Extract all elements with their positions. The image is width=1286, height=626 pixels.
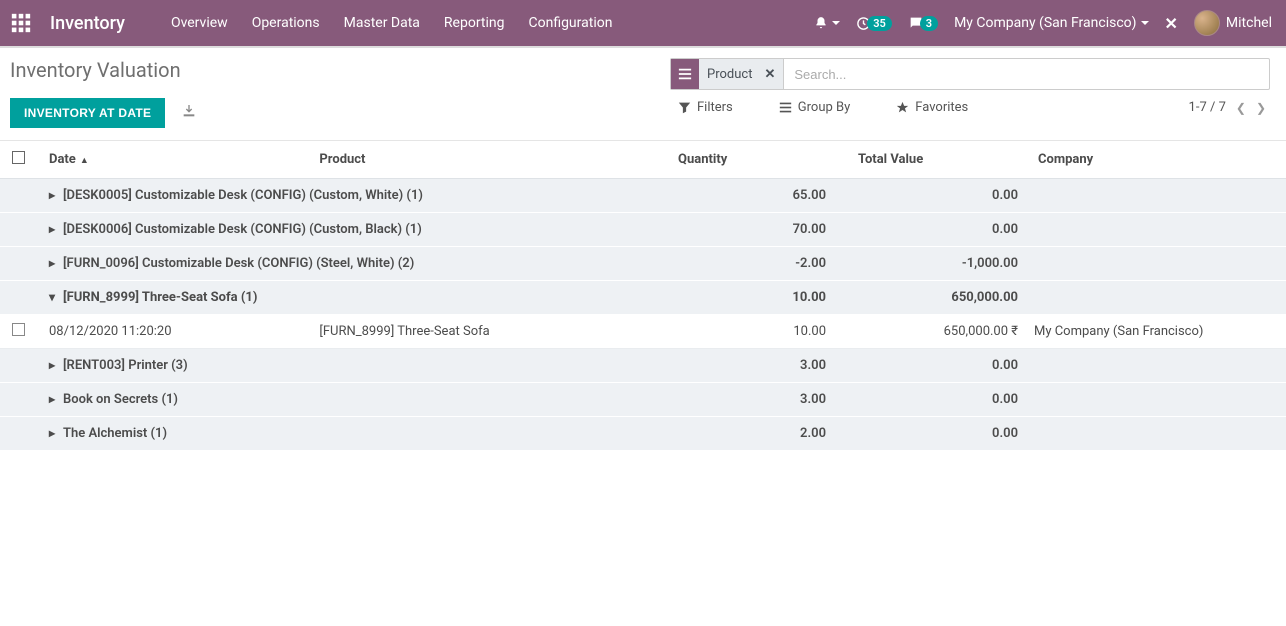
filters-button[interactable]: Filters	[678, 100, 751, 115]
nav-right: 35 3 My Company (San Francisco) ✕ Mitche…	[814, 10, 1272, 36]
nav-master-data[interactable]: Master Data	[344, 15, 420, 31]
page-title: Inventory Valuation	[10, 58, 670, 82]
group-row[interactable]: [FURN_8999] Three-Seat Sofa (1) 10.00650,…	[0, 281, 1286, 315]
group-label: [RENT003] Printer (3)	[63, 358, 188, 373]
nav-configuration[interactable]: Configuration	[528, 15, 612, 31]
group-qty: 65.00	[666, 179, 846, 213]
user-menu[interactable]: Mitchel	[1194, 10, 1272, 36]
filters-label: Filters	[697, 100, 733, 115]
group-total-value: 650,000.00	[846, 281, 1026, 315]
chevron-right-icon[interactable]	[49, 188, 59, 203]
company-switcher[interactable]: My Company (San Francisco)	[954, 15, 1148, 31]
activity-badge: 35	[867, 16, 892, 31]
group-qty: 2.00	[666, 417, 846, 451]
group-label: [FURN_0096] Customizable Desk (CONFIG) (…	[63, 256, 414, 271]
valuation-table: Date Product Quantity Total Value Compan…	[0, 140, 1286, 451]
group-qty: 10.00	[666, 281, 846, 315]
group-by-button[interactable]: Group By	[779, 100, 869, 115]
favorites-button[interactable]: Favorites	[896, 100, 986, 115]
col-date[interactable]: Date	[37, 141, 307, 179]
favorites-label: Favorites	[915, 100, 968, 115]
cell-qty: 10.00	[666, 315, 846, 349]
user-name: Mitchel	[1226, 15, 1272, 31]
cell-product: [FURN_8999] Three-Seat Sofa	[307, 315, 666, 349]
group-total-value: 0.00	[846, 349, 1026, 383]
col-quantity[interactable]: Quantity	[666, 141, 846, 179]
group-total-value: 0.00	[846, 383, 1026, 417]
top-nav: Inventory Overview Operations Master Dat…	[0, 0, 1286, 46]
col-company[interactable]: Company	[1026, 141, 1286, 179]
search-bar[interactable]: Product ✕	[670, 58, 1270, 90]
group-row[interactable]: [DESK0005] Customizable Desk (CONFIG) (C…	[0, 179, 1286, 213]
chevron-down-icon[interactable]	[49, 290, 59, 305]
nav-overview[interactable]: Overview	[171, 15, 228, 31]
group-label: Book on Secrets (1)	[63, 392, 178, 407]
pager: 1-7 / 7 ❮ ❯	[1189, 100, 1270, 115]
search-facet-product: Product ✕	[671, 59, 784, 89]
group-by-label: Group By	[798, 100, 851, 115]
group-label: [FURN_8999] Three-Seat Sofa (1)	[63, 290, 257, 305]
group-total-value: 0.00	[846, 179, 1026, 213]
apps-icon[interactable]	[10, 12, 32, 34]
group-total-value: -1,000.00	[846, 247, 1026, 281]
group-qty: -2.00	[666, 247, 846, 281]
group-row[interactable]: [DESK0006] Customizable Desk (CONFIG) (C…	[0, 213, 1286, 247]
group-qty: 70.00	[666, 213, 846, 247]
cell-company: My Company (San Francisco)	[1026, 315, 1286, 349]
nav-links: Overview Operations Master Data Reportin…	[171, 15, 613, 31]
cell-date: 08/12/2020 11:20:20	[37, 315, 307, 349]
group-label: [DESK0005] Customizable Desk (CONFIG) (C…	[63, 188, 423, 203]
select-all-checkbox[interactable]	[12, 151, 25, 164]
chevron-right-icon[interactable]	[49, 392, 59, 407]
group-qty: 3.00	[666, 383, 846, 417]
chevron-right-icon[interactable]	[49, 426, 59, 441]
group-qty: 3.00	[666, 349, 846, 383]
table-header-row: Date Product Quantity Total Value Compan…	[0, 141, 1286, 179]
group-row[interactable]: The Alchemist (1) 2.000.00	[0, 417, 1286, 451]
nav-operations[interactable]: Operations	[252, 15, 320, 31]
group-total-value: 0.00	[846, 417, 1026, 451]
inventory-at-date-button[interactable]: INVENTORY AT DATE	[10, 98, 165, 128]
table-row[interactable]: 08/12/2020 11:20:20[FURN_8999] Three-Sea…	[0, 315, 1286, 349]
chat-badge: 3	[920, 16, 938, 31]
activity-icon[interactable]: 35	[856, 16, 892, 31]
row-checkbox[interactable]	[12, 323, 25, 336]
bell-icon[interactable]	[814, 16, 840, 30]
chevron-right-icon[interactable]	[49, 256, 59, 271]
group-row[interactable]: Book on Secrets (1) 3.000.00	[0, 383, 1286, 417]
chat-icon[interactable]: 3	[908, 15, 938, 31]
group-row[interactable]: [RENT003] Printer (3) 3.000.00	[0, 349, 1286, 383]
export-icon[interactable]	[181, 103, 197, 123]
pager-count: 1-7 / 7	[1189, 100, 1226, 115]
facet-label: Product	[699, 67, 756, 82]
col-product[interactable]: Product	[307, 141, 666, 179]
cell-total-value: 650,000.00 ₹	[846, 315, 1026, 349]
close-icon[interactable]: ✕	[1165, 14, 1178, 33]
avatar	[1194, 10, 1220, 36]
pager-next-icon[interactable]: ❯	[1256, 101, 1266, 115]
group-label: The Alchemist (1)	[63, 426, 167, 441]
facet-remove-icon[interactable]: ✕	[756, 67, 783, 82]
search-input[interactable]	[784, 67, 1269, 82]
title-bar: Inventory Valuation INVENTORY AT DATE Pr…	[0, 48, 1286, 128]
col-total-value[interactable]: Total Value	[846, 141, 1026, 179]
group-label: [DESK0006] Customizable Desk (CONFIG) (C…	[63, 222, 422, 237]
group-total-value: 0.00	[846, 213, 1026, 247]
app-brand[interactable]: Inventory	[50, 13, 125, 34]
chevron-right-icon[interactable]	[49, 222, 59, 237]
chevron-right-icon[interactable]	[49, 358, 59, 373]
group-icon	[671, 59, 699, 89]
group-row[interactable]: [FURN_0096] Customizable Desk (CONFIG) (…	[0, 247, 1286, 281]
nav-reporting[interactable]: Reporting	[444, 15, 505, 31]
pager-prev-icon[interactable]: ❮	[1236, 101, 1246, 115]
